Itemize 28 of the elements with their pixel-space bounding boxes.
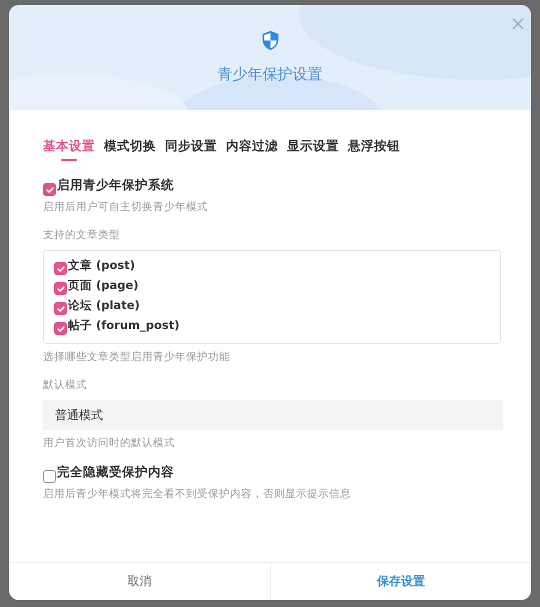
help-text: 选择哪些文章类型启用青少年保护功能 — [43, 350, 231, 364]
help-text: 启用后用户可自主切换青少年模式 — [43, 200, 209, 214]
checkbox[interactable] — [54, 262, 67, 275]
help-text: 启用后青少年模式将完全看不到受保护内容，否则显示提示信息 — [43, 487, 352, 501]
tab[interactable]: 模式切换 — [104, 138, 156, 161]
checkbox-label: 文章 (post) — [68, 258, 135, 273]
field-label: 默认模式 — [43, 378, 88, 392]
field-label: 支持的文章类型 — [43, 228, 121, 242]
tab[interactable]: 内容过滤 — [226, 138, 278, 161]
checkbox[interactable] — [43, 183, 56, 196]
tab[interactable]: 基本设置 — [43, 138, 95, 161]
select-field[interactable]: 普通模式 — [43, 400, 503, 430]
checkbox-label: 完全隐藏受保护内容 — [57, 464, 174, 481]
checkbox[interactable] — [54, 322, 67, 335]
checkbox-label: 论坛 (plate) — [68, 298, 140, 313]
help-text: 用户首次访问时的默认模式 — [43, 436, 176, 450]
tab[interactable]: 同步设置 — [165, 138, 217, 161]
checkbox[interactable] — [54, 282, 67, 295]
dialog-title: 青少年保护设置 — [218, 65, 322, 84]
checkbox[interactable] — [54, 302, 67, 315]
checkbox-label: 页面 (page) — [68, 278, 139, 293]
tab[interactable]: 悬浮按钮 — [348, 138, 400, 161]
checkbox-label: 启用青少年保护系统 — [57, 177, 174, 194]
tab[interactable]: 显示设置 — [287, 138, 339, 161]
shield-icon — [260, 29, 280, 52]
check-icon — [44, 184, 54, 194]
checkbox[interactable] — [43, 470, 56, 483]
checkbox-label: 帖子 (forum_post) — [68, 318, 180, 333]
